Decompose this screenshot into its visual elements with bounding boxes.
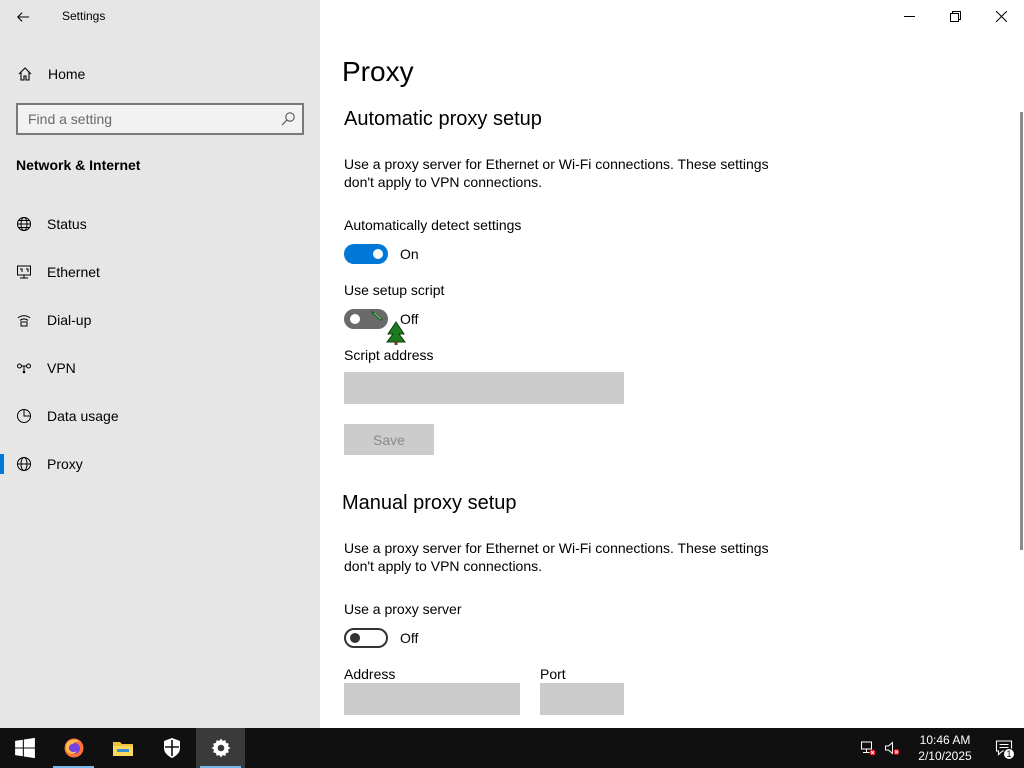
home-link[interactable]: Home: [0, 56, 320, 92]
title-bar: Settings: [0, 0, 320, 33]
sidebar-item-dialup[interactable]: Dial-up: [0, 296, 320, 344]
firefox-icon: [64, 738, 83, 758]
section-title: Network & Internet: [16, 157, 141, 173]
dialup-icon: [0, 312, 48, 328]
network-icon: [861, 741, 876, 756]
file-explorer-icon: [112, 742, 133, 756]
use-proxy-toggle[interactable]: [344, 628, 388, 648]
use-proxy-state: Off: [400, 630, 419, 646]
globe-status-icon: [0, 216, 48, 232]
auto-detect-toggle[interactable]: [344, 244, 388, 264]
search-icon[interactable]: [280, 111, 296, 127]
close-button[interactable]: [978, 0, 1024, 33]
mouse-cursor-icon: [371, 311, 406, 345]
start-button[interactable]: [0, 728, 49, 768]
toggle-knob: [350, 633, 360, 643]
manual-proxy-heading: Manual proxy setup: [342, 492, 517, 514]
sidebar-item-label: Dial-up: [47, 312, 92, 328]
search-input[interactable]: [18, 105, 268, 133]
clock-time: 10:46 AM: [919, 733, 971, 747]
restore-icon: [949, 11, 961, 22]
app-title: Settings: [62, 9, 106, 23]
system-tray: 10:46 AM 2/10/2025 1: [856, 728, 1024, 768]
save-button[interactable]: Save: [344, 424, 434, 455]
ethernet-icon: [0, 264, 48, 280]
restore-button[interactable]: [932, 0, 978, 33]
port-label: Port: [540, 666, 566, 682]
main-content: Proxy Automatic proxy setup Use a proxy …: [320, 0, 1024, 728]
auto-detect-label: Automatically detect settings: [344, 217, 522, 233]
toggle-knob: [373, 249, 383, 259]
window-controls: [886, 0, 1024, 33]
setup-script-label: Use setup script: [344, 282, 445, 298]
page-title: Proxy: [342, 56, 414, 87]
start-icon: [14, 737, 35, 759]
taskbar-file-explorer[interactable]: [98, 728, 147, 768]
auto-detect-row: On: [344, 244, 419, 264]
tray-network[interactable]: [856, 728, 880, 768]
toggle-knob: [350, 314, 360, 324]
automatic-proxy-heading: Automatic proxy setup: [344, 108, 542, 130]
script-address-label: Script address: [344, 347, 434, 363]
taskbar-settings[interactable]: [196, 728, 245, 768]
port-field[interactable]: [540, 683, 624, 715]
minimize-icon: [903, 16, 915, 17]
auto-detect-state: On: [400, 246, 419, 262]
globe-icon: [0, 456, 48, 472]
sidebar-item-status[interactable]: Status: [0, 200, 320, 248]
sidebar-nav: Status Ethernet Dial-up VPN Data usage P…: [0, 200, 320, 488]
clock[interactable]: 10:46 AM 2/10/2025: [906, 732, 984, 764]
notification-count-badge: 1: [1003, 748, 1015, 760]
sidebar-item-label: Data usage: [47, 408, 119, 424]
tray-volume[interactable]: [880, 728, 904, 768]
sidebar-item-label: VPN: [47, 360, 76, 376]
sidebar-item-label: Ethernet: [47, 264, 100, 280]
minimize-button[interactable]: [886, 0, 932, 33]
use-proxy-label: Use a proxy server: [344, 601, 462, 617]
vpn-icon: [0, 360, 48, 376]
settings-icon: [211, 738, 230, 758]
back-arrow-icon: [17, 11, 30, 22]
address-field[interactable]: [344, 683, 520, 715]
search-box[interactable]: [16, 103, 304, 135]
clock-date: 2/10/2025: [918, 749, 972, 763]
taskbar-windows-security[interactable]: [147, 728, 196, 768]
volume-muted-icon: [885, 741, 900, 755]
sidebar-item-data-usage[interactable]: Data usage: [0, 392, 320, 440]
sidebar-item-label: Proxy: [47, 456, 83, 472]
sidebar-item-proxy[interactable]: Proxy: [0, 440, 320, 488]
home-icon: [0, 66, 50, 82]
action-center-button[interactable]: 1: [984, 728, 1024, 768]
data-usage-icon: [0, 408, 48, 424]
use-proxy-row: Off: [344, 628, 418, 648]
taskbar: 10:46 AM 2/10/2025 1: [0, 728, 1024, 768]
close-icon: [995, 11, 1007, 22]
active-indicator: [0, 454, 4, 474]
back-button[interactable]: [0, 0, 46, 33]
taskbar-firefox[interactable]: [49, 728, 98, 768]
automatic-proxy-description: Use a proxy server for Ethernet or Wi-Fi…: [344, 156, 769, 190]
home-label: Home: [48, 66, 86, 82]
windows-security-icon: [163, 738, 180, 758]
manual-proxy-description: Use a proxy server for Ethernet or Wi-Fi…: [344, 540, 769, 574]
script-address-field[interactable]: [344, 372, 624, 404]
sidebar-item-label: Status: [47, 216, 87, 232]
sidebar-item-ethernet[interactable]: Ethernet: [0, 248, 320, 296]
sidebar: Settings Home Network & Internet Status …: [0, 0, 320, 728]
sidebar-item-vpn[interactable]: VPN: [0, 344, 320, 392]
scrollbar[interactable]: [1020, 112, 1023, 550]
address-label: Address: [344, 666, 396, 682]
